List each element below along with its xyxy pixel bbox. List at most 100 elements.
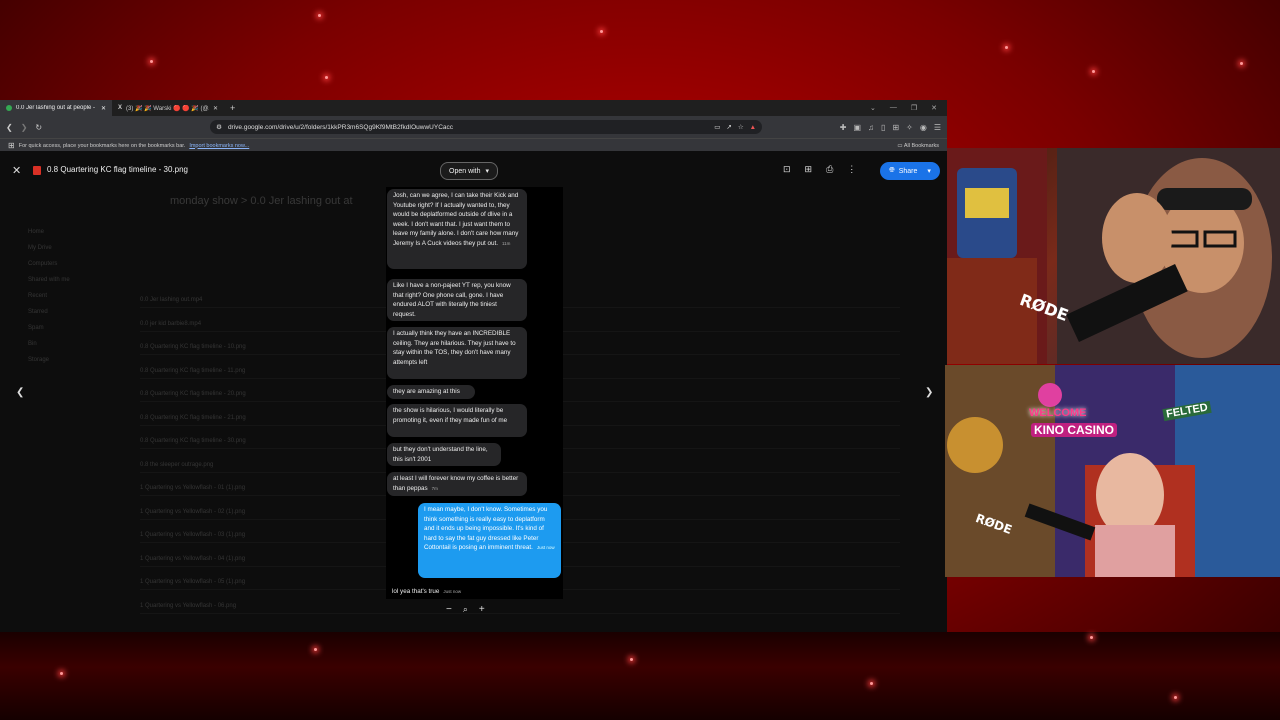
zoom-out-icon[interactable]: − — [446, 604, 452, 615]
extension-icons: ✚ ▣ ♫ ▯ ⊞ ✧ ◉ ☰ — [840, 123, 941, 132]
sidebar-item[interactable]: Starred — [28, 309, 48, 315]
import-bookmarks-link[interactable]: Import bookmarks now... — [189, 143, 249, 149]
chat-message: but they don't understand the line, this… — [387, 443, 501, 466]
chat-message: I actually think they have an INCREDIBLE… — [387, 327, 527, 379]
chat-message: Josh, can we agree, I can take their Kic… — [387, 189, 527, 269]
chat-message: at least I will forever know my coffee i… — [387, 472, 527, 496]
browser-toolbar: ❮ ❯ ↻ ⚙ drive.google.com/drive/u/2/folde… — [0, 116, 947, 138]
apps-icon[interactable]: ⊞ — [8, 141, 15, 150]
install-icon[interactable]: ▭ — [714, 123, 720, 131]
zoom-controls: − ⌕ + — [446, 604, 485, 615]
forward-icon[interactable]: ❯ — [21, 123, 28, 132]
chevron-down-icon: ▾ — [485, 168, 490, 175]
welcome-sign: WELCOME — [1029, 407, 1087, 419]
drive-icon — [6, 105, 12, 111]
file-name: 0.0 Jer lashing out.mp4 — [140, 297, 203, 303]
file-name: 0.8 Quartering KC flag timeline - 30.png — [140, 438, 246, 444]
extension-icon[interactable]: ▲ — [750, 124, 756, 131]
sidebar-icon[interactable]: ▯ — [881, 123, 885, 132]
sidebar-item[interactable]: Recent — [28, 293, 47, 299]
message-time: 7m — [431, 485, 438, 491]
all-bookmarks-button[interactable]: ▭ All Bookmarks — [897, 143, 939, 149]
chat-screenshot: Josh, can we agree, I can take their Kic… — [386, 187, 563, 599]
sidebar-item[interactable]: Computers — [28, 261, 57, 267]
sidebar-item[interactable]: Home — [28, 229, 44, 235]
sidebar-item[interactable]: My Drive — [28, 245, 52, 251]
sidebar-item[interactable]: Storage — [28, 357, 49, 363]
profile-avatar[interactable]: ◉ — [920, 123, 927, 132]
extension-icon[interactable]: ✚ — [840, 123, 847, 132]
open-with-button[interactable]: Open with ▾ — [440, 162, 499, 180]
share-page-icon[interactable]: ↗ — [726, 123, 731, 131]
address-bar[interactable]: ⚙ drive.google.com/drive/u/2/folders/1kk… — [210, 120, 763, 134]
webcam-guest-scene — [945, 365, 1280, 577]
tab-drive[interactable]: 0.0 Jer lashing out at people - G ✕ — [0, 100, 112, 116]
zoom-in-icon[interactable]: + — [479, 604, 485, 615]
message-time: Just now — [536, 545, 555, 551]
breadcrumb: monday show > 0.0 Jer lashing out at — [170, 195, 353, 207]
close-window-icon[interactable]: ✕ — [931, 104, 937, 112]
music-icon[interactable]: ♫ — [868, 123, 874, 132]
globe-icon: 🌐︎ — [889, 167, 895, 174]
sidebar-item[interactable]: Spam — [28, 325, 44, 331]
extensions-icon[interactable]: ⊞ — [892, 123, 899, 132]
tab-title: (3) 🎉 🎉 Warski 🔴 🔴 🎉 (@Andr — [126, 105, 209, 112]
chat-message: they are amazing at this — [387, 385, 475, 399]
message-text: I actually think they have an INCREDIBLE… — [393, 330, 516, 366]
menu-icon[interactable]: ☰ — [934, 123, 941, 132]
webcam-host: RØDE — [947, 148, 1280, 364]
chat-message: lol yea that's true Just now — [387, 585, 487, 599]
star-icon[interactable]: ☆ — [738, 123, 744, 131]
url-text: drive.google.com/drive/u/2/folders/1kkPR… — [227, 123, 454, 131]
share-button[interactable]: 🌐︎ Share ▾ — [880, 162, 940, 180]
x-logo-icon: X — [118, 105, 123, 111]
file-name: 1 Quartering vs Yellowflash - 04 (1).png — [140, 555, 246, 562]
file-name: 0.8 Quartering KC flag timeline - 11.png — [140, 367, 246, 374]
zoom-fit-icon[interactable]: ⌕ — [463, 604, 468, 615]
new-tab-icon[interactable]: + — [224, 103, 241, 113]
add-to-drive-icon[interactable]: ⊡ — [783, 164, 791, 175]
site-info-icon[interactable]: ⚙ — [216, 123, 222, 131]
back-icon[interactable]: ❮ — [6, 123, 13, 132]
close-icon[interactable]: ✕ — [101, 105, 106, 112]
message-text: I mean maybe, I don't know. Sometimes yo… — [424, 506, 548, 552]
message-text: lol yea that's true — [392, 588, 440, 595]
extension-icon[interactable]: ▣ — [853, 123, 861, 132]
close-viewer-icon[interactable]: ✕ — [12, 164, 21, 177]
file-row[interactable]: 1 Quartering vs Yellowflash - 06.png — [140, 599, 900, 614]
file-name: 1 Quartering vs Yellowflash - 01 (1).png — [140, 485, 246, 491]
chevron-down-icon[interactable]: ⌄ — [870, 104, 876, 112]
webcam-host-scene — [947, 148, 1280, 364]
file-name: 1 Quartering vs Yellowflash - 06.png — [140, 602, 237, 609]
message-text: at least I will forever know my coffee i… — [393, 475, 519, 492]
message-text: but they don't understand the line, this… — [393, 446, 488, 463]
minimize-icon[interactable]: — — [890, 104, 897, 112]
reload-icon[interactable]: ↻ — [35, 123, 42, 132]
close-icon[interactable]: ✕ — [213, 105, 218, 112]
chat-message: Like I have a non-pajeet YT rep, you kno… — [387, 279, 527, 321]
sidebar-item[interactable]: Shared with me — [28, 277, 70, 283]
file-name: 1 Quartering vs Yellowflash - 05 (1).png — [140, 579, 246, 585]
print-icon[interactable]: ⎙ — [826, 164, 833, 175]
share-label: Share — [898, 167, 918, 175]
casino-sign: KINO CASINO — [1031, 423, 1118, 437]
all-bookmarks-label: All Bookmarks — [903, 142, 939, 149]
file-name: 1 Quartering vs Yellowflash - 02 (1).png — [140, 508, 246, 515]
file-name: 1 Quartering vs Yellowflash - 03 (1).png — [140, 532, 246, 538]
browser-window: 0.0 Jer lashing out at people - G ✕ X (3… — [0, 100, 947, 632]
next-file-icon[interactable]: ❯ — [925, 387, 933, 398]
open-with-label: Open with — [449, 167, 481, 175]
tab-x[interactable]: X (3) 🎉 🎉 Warski 🔴 🔴 🎉 (@Andr ✕ — [112, 100, 224, 116]
more-options-icon[interactable]: ⋮ — [847, 164, 856, 175]
chat-message: the show is hilarious, I would literally… — [387, 404, 527, 437]
tab-bar: 0.0 Jer lashing out at people - G ✕ X (3… — [0, 100, 947, 116]
maximize-icon[interactable]: ❐ — [911, 104, 917, 112]
sidebar-item[interactable]: Bin — [28, 341, 37, 347]
bookmark-manager-icon[interactable]: ✧ — [906, 123, 913, 132]
file-name: 0.8 Quartering KC flag timeline - 21.png — [140, 414, 246, 421]
bookmarks-hint: For quick access, place your bookmarks h… — [18, 142, 186, 149]
chevron-down-icon: ▾ — [927, 168, 931, 175]
previous-file-icon[interactable]: ❮ — [16, 387, 24, 398]
add-comment-icon[interactable]: ⊞ — [805, 164, 813, 175]
chat-message-sent: I mean maybe, I don't know. Sometimes yo… — [418, 503, 561, 578]
